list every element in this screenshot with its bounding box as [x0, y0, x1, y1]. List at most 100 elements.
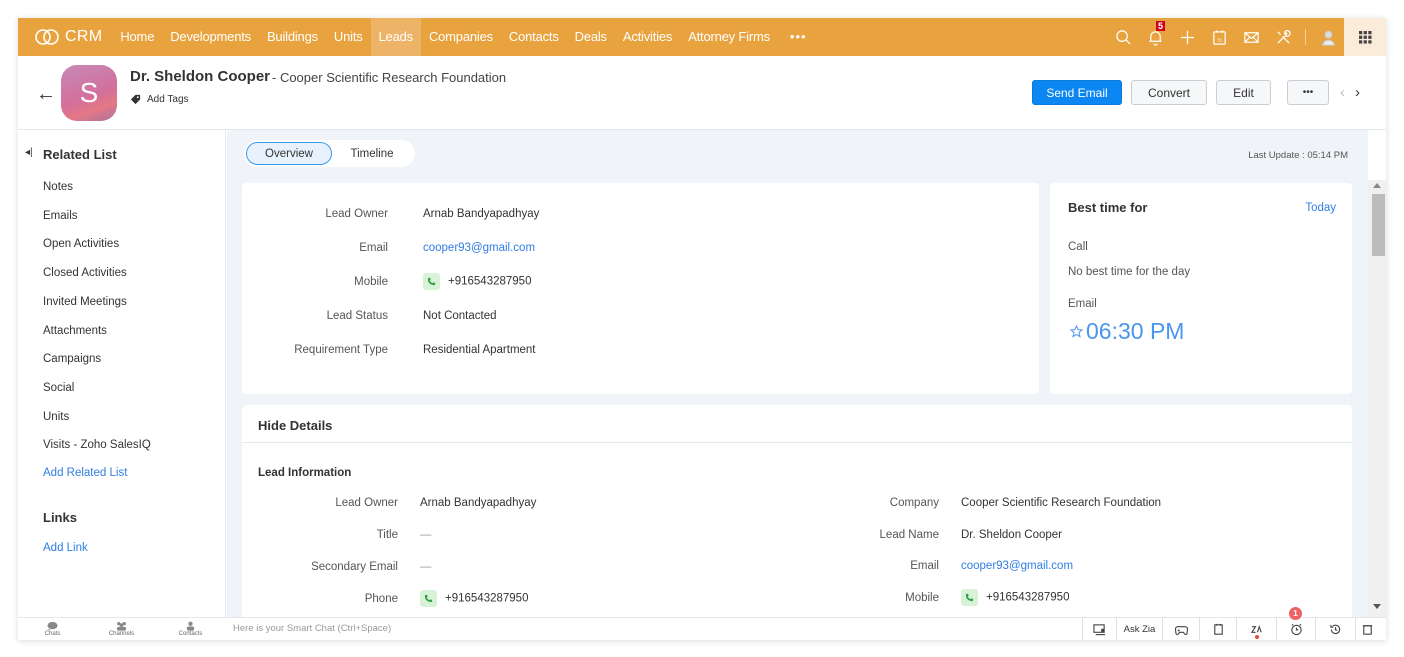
nav-item-deals[interactable]: Deals: [567, 18, 615, 56]
phone-icon[interactable]: [420, 590, 437, 607]
zia-button[interactable]: [1236, 618, 1276, 640]
collapse-sidebar-icon[interactable]: ◂|: [25, 147, 33, 158]
send-email-button[interactable]: Send Email: [1032, 80, 1122, 105]
lead-avatar[interactable]: S: [61, 65, 117, 121]
add-related-list-link[interactable]: Add Related List: [43, 467, 127, 479]
nav-item-companies[interactable]: Companies: [421, 18, 501, 56]
details-left-field-value: —: [420, 529, 432, 541]
details-right-field-value[interactable]: +916543287950: [961, 589, 1069, 607]
crm-logo[interactable]: CRM: [18, 28, 102, 46]
phone-number[interactable]: +916543287950: [448, 276, 531, 288]
edit-button[interactable]: Edit: [1216, 80, 1271, 105]
tab-overview[interactable]: Overview: [246, 142, 332, 165]
nav-divider: [1305, 29, 1306, 45]
related-list-item[interactable]: Invited Meetings: [43, 296, 127, 308]
app-grid-icon: [1358, 30, 1372, 44]
related-list-item[interactable]: Closed Activities: [43, 267, 127, 279]
calendar-button[interactable]: 31: [1203, 18, 1235, 56]
summary-field-value: Not Contacted: [423, 310, 497, 322]
hide-details-toggle[interactable]: Hide Details: [258, 418, 332, 433]
summary-field-label: Lead Owner: [325, 208, 388, 220]
scrollbar-thumb[interactable]: [1372, 194, 1385, 256]
search-button[interactable]: [1107, 18, 1139, 56]
mail-button[interactable]: [1235, 18, 1267, 56]
plus-icon: [1180, 30, 1194, 44]
nav-item-developments[interactable]: Developments: [162, 18, 259, 56]
phone-number[interactable]: +916543287950: [445, 593, 528, 605]
vertical-scrollbar[interactable]: [1368, 180, 1386, 617]
reminders-button[interactable]: 1: [1276, 607, 1315, 640]
phone-number[interactable]: +916543287950: [986, 592, 1069, 604]
nav-item-buildings[interactable]: Buildings: [259, 18, 326, 56]
phone-icon[interactable]: [423, 273, 440, 290]
details-left-field-value[interactable]: +916543287950: [420, 590, 528, 607]
nav-more-button[interactable]: •••: [778, 18, 819, 56]
create-button[interactable]: [1171, 18, 1203, 56]
lead-information-heading: Lead Information: [258, 467, 352, 479]
contacts-tab[interactable]: Contacts: [156, 618, 225, 640]
games-button[interactable]: [1162, 618, 1199, 640]
channels-tab[interactable]: Channels: [87, 618, 156, 640]
nav-item-activities[interactable]: Activities: [615, 18, 680, 56]
view-tabs: Overview Timeline: [244, 140, 415, 167]
nav-item-leads[interactable]: Leads: [370, 18, 421, 56]
notes-button[interactable]: [1199, 618, 1236, 640]
related-list-item[interactable]: Visits - Zoho SalesIQ: [43, 439, 151, 451]
related-list-item[interactable]: Social: [43, 382, 74, 394]
related-list-item[interactable]: Attachments: [43, 325, 107, 337]
screen-share-button[interactable]: [1082, 618, 1116, 640]
best-time-period-dropdown[interactable]: Today: [1305, 202, 1336, 214]
top-nav: CRM Home Developments Buildings Units Leads C…: [18, 18, 1386, 56]
notifications-button[interactable]: 5: [1139, 18, 1171, 56]
nav-item-contacts[interactable]: Contacts: [501, 18, 567, 56]
related-list-item[interactable]: Units: [43, 411, 69, 423]
nav-item-units[interactable]: Units: [326, 18, 371, 56]
back-arrow-icon[interactable]: ←: [36, 83, 56, 106]
add-tags-button[interactable]: Add Tags: [130, 94, 189, 105]
scroll-down-arrow-icon[interactable]: [1373, 604, 1381, 609]
gamepad-icon: [1174, 625, 1188, 635]
related-list-item[interactable]: Notes: [43, 181, 73, 193]
summary-field-value[interactable]: +916543287950: [423, 273, 531, 290]
related-list-item[interactable]: Campaigns: [43, 353, 101, 365]
add-link-link[interactable]: Add Link: [43, 542, 88, 554]
more-actions-button[interactable]: •••: [1287, 80, 1329, 105]
nav-item-home[interactable]: Home: [112, 18, 162, 56]
zia-notification-dot: [1255, 635, 1259, 639]
mail-icon: [1243, 31, 1259, 43]
trash-button[interactable]: [1355, 618, 1379, 640]
related-list-item[interactable]: Open Activities: [43, 238, 119, 250]
details-right-field-value[interactable]: cooper93@gmail.com: [961, 560, 1073, 572]
chat-bubble-icon: [47, 621, 58, 631]
phone-icon[interactable]: [961, 589, 978, 607]
zia-icon: [1250, 624, 1262, 633]
best-time-email-label: Email: [1068, 298, 1097, 310]
best-time-email-value: 06:30 PM: [1070, 318, 1184, 345]
next-record-icon[interactable]: ›: [1355, 84, 1360, 101]
details-right-field-label: Company: [889, 497, 939, 509]
contact-person-icon: [186, 621, 195, 631]
brand-name: CRM: [65, 28, 103, 45]
chats-tab[interactable]: Chats: [18, 618, 87, 640]
scroll-up-arrow-icon[interactable]: [1373, 183, 1381, 188]
nav-item-attorney-firms[interactable]: Attorney Firms: [680, 18, 778, 56]
related-list-item[interactable]: Emails: [43, 210, 78, 222]
summary-field-label: Email: [359, 242, 388, 254]
previous-record-icon[interactable]: ‹: [1340, 84, 1345, 101]
recent-items-button[interactable]: [1315, 618, 1355, 640]
details-divider: [242, 442, 1352, 443]
best-time-title: Best time for: [1068, 200, 1148, 215]
app-switcher-button[interactable]: [1344, 18, 1386, 56]
search-icon: [1115, 29, 1131, 45]
ask-zia-button[interactable]: Ask Zia: [1116, 618, 1162, 640]
convert-button[interactable]: Convert: [1131, 80, 1207, 105]
profile-button[interactable]: [1312, 18, 1344, 56]
smart-chat-input[interactable]: Here is your Smart Chat (Ctrl+Space): [233, 623, 391, 634]
calendar-icon: 31: [1212, 29, 1226, 45]
setup-button[interactable]: [1267, 18, 1299, 56]
details-left-field-label: Title: [376, 529, 398, 541]
tab-timeline[interactable]: Timeline: [332, 142, 412, 165]
history-icon: [1330, 624, 1341, 634]
summary-field-value[interactable]: cooper93@gmail.com: [423, 242, 535, 254]
bottom-bar: Chats Channels Contacts Here is your Sma…: [18, 607, 1386, 640]
